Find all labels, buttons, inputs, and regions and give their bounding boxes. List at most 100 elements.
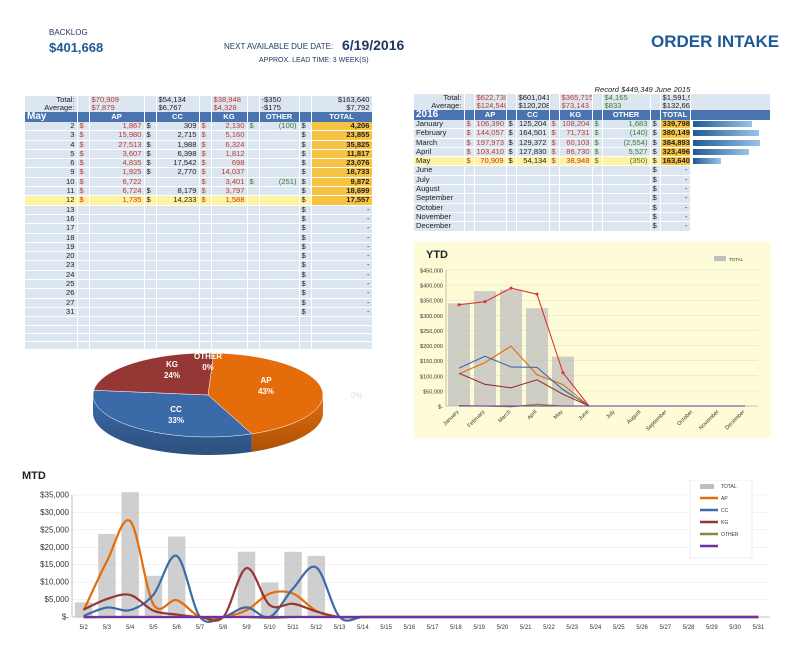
table-row: 27 $ -: [25, 298, 373, 308]
day-cell: 20: [25, 251, 78, 262]
other-cell: [259, 149, 300, 160]
cc-cell: [516, 175, 550, 186]
table-cell: [89, 316, 145, 326]
currency-sign: [199, 251, 212, 262]
currency-sign: [199, 260, 212, 271]
ytd-chart-panel: YTD $- $50,000 $100,000 $150,000 $200,000 $25…: [414, 242, 771, 438]
average-other: $833: [602, 102, 651, 110]
y-tick-label: $200,000: [420, 344, 443, 350]
table-cell: [690, 110, 771, 120]
y-tick-label: $-: [438, 405, 443, 411]
kg-header: KG: [211, 112, 248, 122]
other-cell: [259, 223, 300, 234]
ytd-chart: $- $50,000 $100,000 $150,000 $200,000 $250,00…: [420, 256, 758, 432]
other-cell: [259, 288, 300, 299]
currency-sign: $: [144, 158, 157, 169]
kg-cell: 1,588: [211, 195, 248, 206]
currency-sign: [77, 214, 90, 225]
y-tick-label: $100,000: [420, 374, 443, 380]
table-row: 13 $ -: [25, 205, 373, 215]
table-cell: [25, 325, 78, 334]
currency-sign: $: [299, 130, 312, 141]
currency-sign: [144, 298, 157, 308]
currency-sign: [144, 242, 157, 253]
average-row: Average: $124,548 $120,208 $73,143 $833 $132,…: [414, 102, 771, 110]
currency-sign: [199, 288, 212, 299]
total-other: $4,165: [602, 94, 651, 102]
table-cell: [506, 102, 517, 110]
average-ap: $7,879: [89, 104, 145, 112]
kg-cell: 86,730: [559, 147, 593, 158]
table-row: September $ -: [414, 193, 771, 204]
other-cell: [259, 242, 300, 253]
day-cell: 26: [25, 288, 78, 299]
year-table: Record $449,349 June 2015 Total: $622,738 $…: [414, 86, 771, 232]
kg-cell: 3,797: [211, 186, 248, 197]
table-cell: [199, 341, 212, 351]
currency-sign: [247, 233, 260, 243]
currency-sign: $: [299, 195, 312, 206]
y-tick-label: $300,000: [420, 314, 443, 320]
x-tick-label: 5/14: [357, 625, 369, 631]
month-cell: August: [414, 184, 465, 195]
kg-cell: [211, 233, 248, 243]
total-cell: -: [311, 307, 373, 318]
table-cell: [25, 341, 78, 351]
other-header: OTHER: [602, 110, 651, 120]
currency-sign: $: [144, 130, 157, 141]
total-bar-cell: [690, 147, 771, 158]
kg-cell: [559, 184, 593, 195]
currency-sign: $: [144, 149, 157, 160]
kg-cell: [211, 279, 248, 290]
kg-cell: 1,812: [211, 149, 248, 160]
table-cell: [559, 86, 593, 94]
day-cell: 12: [25, 195, 78, 206]
table-cell: [89, 333, 145, 343]
month-cell: January: [414, 120, 465, 130]
total-cell: -: [660, 175, 691, 186]
cc-cell: 54,134: [516, 156, 550, 167]
total-cell: -: [311, 233, 373, 243]
other-cell: (140): [602, 128, 651, 139]
other-cell: (350): [602, 156, 651, 167]
average-total: $7,792: [311, 104, 373, 112]
kg-cell: 2,130: [211, 122, 248, 132]
ap-cell: [89, 260, 145, 271]
cc-cell: 129,372: [516, 138, 550, 148]
table-cell: [299, 104, 312, 112]
pie-label-kg: KG: [166, 360, 178, 369]
day-cell: 24: [25, 270, 78, 281]
ap-header: AP: [89, 112, 145, 122]
currency-sign: [549, 203, 560, 213]
cc-cell: 1,988: [156, 140, 200, 150]
day-cell: 16: [25, 214, 78, 225]
table-row: 23 $ -: [25, 260, 373, 271]
x-tick-label: 5/6: [173, 625, 182, 631]
kg-cell: [211, 298, 248, 308]
table-cell: [299, 341, 312, 351]
other-cell: 5,527: [602, 147, 651, 158]
x-tick-label: 5/31: [753, 625, 765, 631]
currency-sign: $: [506, 147, 517, 158]
table-cell: [506, 94, 517, 102]
average-other: -$175: [259, 104, 300, 112]
table-cell: [144, 112, 157, 122]
kg-cell: [211, 205, 248, 215]
table-cell: [77, 104, 90, 112]
total-cell: 339,798: [660, 120, 691, 130]
day-cell: 27: [25, 298, 78, 308]
kg-cell: [559, 203, 593, 213]
table-row: 26 $ -: [25, 288, 373, 299]
x-tick-label: 5/3: [103, 625, 112, 631]
currency-sign: $: [199, 177, 212, 188]
currency-sign: $: [299, 270, 312, 281]
total-ap: $622,738: [474, 94, 507, 102]
x-tick-label: June: [578, 409, 591, 422]
currency-sign: [199, 279, 212, 290]
ytd-legend: TOTAL: [714, 256, 744, 262]
x-tick-label: 5/27: [659, 625, 671, 631]
table-cell: [311, 316, 373, 326]
currency-sign: $: [650, 193, 661, 204]
total-bar: [692, 121, 752, 127]
pie-pct-kg: 24%: [164, 371, 180, 380]
